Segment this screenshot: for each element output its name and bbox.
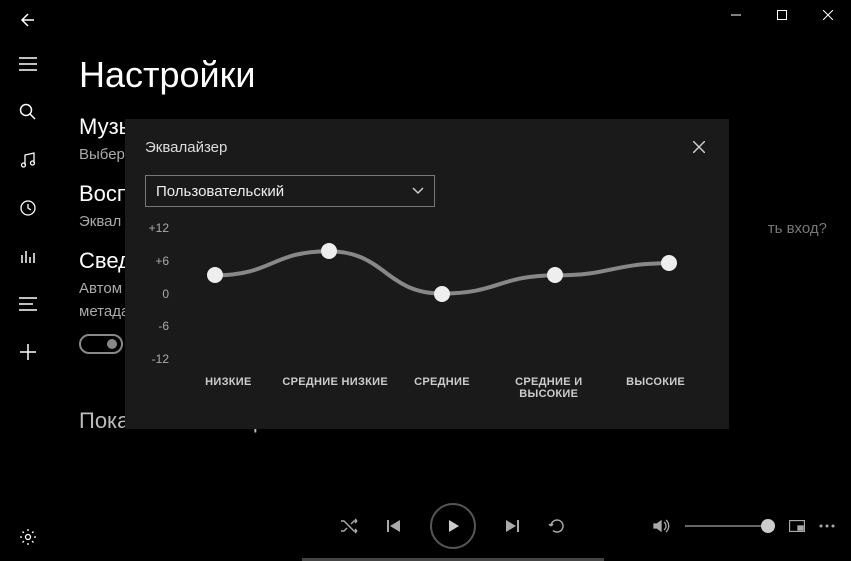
volume-knob[interactable] <box>761 519 775 533</box>
eq-band-handle[interactable] <box>661 255 677 271</box>
sidebar-hamburger[interactable] <box>0 40 55 88</box>
ytick: +6 <box>145 254 169 268</box>
eq-band-handle[interactable] <box>207 267 223 283</box>
more-icon[interactable] <box>819 524 835 528</box>
previous-button[interactable] <box>386 518 402 534</box>
preset-dropdown[interactable]: Пользовательский <box>145 175 435 207</box>
eq-yaxis: +12 +6 0 -6 -12 <box>145 221 175 366</box>
fullscreen-icon[interactable] <box>789 520 805 532</box>
repeat-icon[interactable] <box>548 517 566 535</box>
toggle-knob <box>107 339 117 349</box>
band-label: СРЕДНИЕ И ВЫСОКИЕ <box>495 376 602 400</box>
eq-chart-area: +12 +6 0 -6 -12 <box>145 221 709 366</box>
eq-chart[interactable] <box>175 221 709 366</box>
eq-band-handle[interactable] <box>434 286 450 302</box>
sidebar-search[interactable] <box>0 88 55 136</box>
sidebar-playlist[interactable] <box>0 280 55 328</box>
band-label: НИЗКИЕ <box>175 376 282 400</box>
volume-icon[interactable] <box>653 518 671 534</box>
eq-band-handle[interactable] <box>547 267 563 283</box>
preset-selected: Пользовательский <box>156 183 284 200</box>
volume-slider[interactable] <box>685 525 775 527</box>
ytick: -6 <box>145 319 169 333</box>
eq-xaxis: НИЗКИЕ СРЕДНИЕ НИЗКИЕ СРЕДНИЕ СРЕДНИЕ И … <box>175 376 709 400</box>
dialog-close-button[interactable] <box>689 137 709 157</box>
ytick: -12 <box>145 352 169 366</box>
equalizer-dialog: Эквалайзер Пользовательский +12 +6 0 -6 … <box>125 119 729 429</box>
sidebar <box>0 40 55 561</box>
band-label: СРЕДНИЕ НИЗКИЕ <box>282 376 389 400</box>
volume-group <box>653 518 835 534</box>
login-link[interactable]: ть вход? <box>768 220 827 237</box>
dialog-title: Эквалайзер <box>145 139 227 156</box>
band-label: СРЕДНИЕ <box>389 376 496 400</box>
page-title: Настройки <box>79 54 827 96</box>
band-label: ВЫСОКИЕ <box>602 376 709 400</box>
player-bar <box>55 491 851 561</box>
sidebar-equalizer[interactable] <box>0 232 55 280</box>
ytick: +12 <box>145 221 169 235</box>
sidebar-settings[interactable] <box>0 513 55 561</box>
chevron-down-icon <box>412 187 424 195</box>
next-button[interactable] <box>504 518 520 534</box>
sidebar-music[interactable] <box>0 136 55 184</box>
player-controls <box>340 503 566 549</box>
play-button[interactable] <box>430 503 476 549</box>
sidebar-add[interactable] <box>0 328 55 376</box>
ytick: 0 <box>145 287 169 301</box>
eq-band-handle[interactable] <box>321 243 337 259</box>
back-button[interactable] <box>0 0 55 40</box>
sidebar-recent[interactable] <box>0 184 55 232</box>
shuffle-icon[interactable] <box>340 518 358 534</box>
metadata-toggle[interactable] <box>79 334 123 354</box>
